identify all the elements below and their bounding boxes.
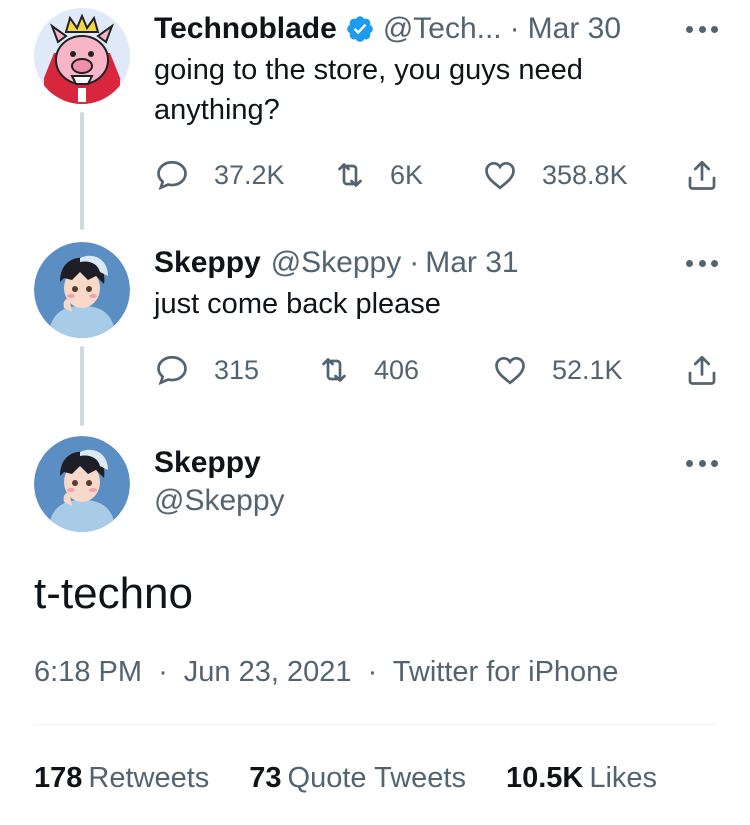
- like-button[interactable]: 358.8K: [482, 155, 628, 195]
- author-handle[interactable]: @Skeppy: [271, 244, 402, 282]
- tweet-metadata: 6:18 PM · Jun 23, 2021 · Twitter for iPh…: [34, 656, 619, 688]
- technoblade-avatar[interactable]: [34, 8, 130, 104]
- retweet-button[interactable]: 406: [316, 350, 419, 390]
- author-name[interactable]: Skeppy: [154, 444, 285, 482]
- tweet-text: just come back please: [154, 288, 441, 320]
- reply-button[interactable]: 315: [154, 350, 259, 390]
- tweet-source[interactable]: Twitter for iPhone: [393, 656, 619, 688]
- reply-icon: [157, 160, 187, 191]
- likes-stat[interactable]: 10.5K Likes: [506, 756, 657, 800]
- tweet-full-date[interactable]: Jun 23, 2021: [184, 656, 352, 688]
- tweet-text: going to the store, you guys need anythi…: [154, 54, 583, 126]
- skeppy-avatar[interactable]: [34, 436, 130, 532]
- more-options-icon[interactable]: [684, 14, 720, 44]
- retweet-button[interactable]: 6K: [332, 155, 423, 195]
- like-button[interactable]: 52.1K: [492, 350, 623, 390]
- reply-button[interactable]: 37.2K: [154, 155, 285, 195]
- tweet-technoblade[interactable]: Technoblade @Tech... · Mar 30 going to t…: [0, 0, 750, 230]
- heart-icon: [495, 356, 525, 385]
- divider: [34, 724, 716, 725]
- author-handle[interactable]: @Tech...: [383, 10, 502, 48]
- tweet-actions: 37.2K 6K 358.8K: [154, 155, 720, 195]
- heart-icon: [485, 161, 515, 190]
- author-name[interactable]: Skeppy: [154, 244, 261, 282]
- skeppy-avatar[interactable]: [34, 242, 130, 338]
- author-handle[interactable]: @Skeppy: [154, 482, 285, 520]
- quote-tweets-stat[interactable]: 73 Quote Tweets: [249, 756, 466, 800]
- author-name[interactable]: Technoblade: [154, 10, 337, 48]
- tweet-header: Technoblade @Tech... · Mar 30: [154, 10, 720, 48]
- more-options-icon[interactable]: [684, 248, 720, 278]
- share-icon: [688, 355, 716, 385]
- verified-badge-icon: [345, 14, 375, 44]
- tweet-skeppy-reply[interactable]: Skeppy @Skeppy · Mar 31 just come back p…: [0, 230, 750, 426]
- more-options-icon[interactable]: [684, 448, 720, 478]
- tweet-header: Skeppy @Skeppy · Mar 31: [154, 244, 720, 282]
- retweets-stat[interactable]: 178 Retweets: [34, 756, 209, 800]
- retweet-icon: [322, 358, 346, 382]
- tweet-actions: 315 406 52.1K: [154, 350, 720, 390]
- main-author: Skeppy @Skeppy: [154, 444, 285, 520]
- share-icon: [688, 160, 716, 190]
- share-button[interactable]: [684, 155, 720, 195]
- main-tweet-text: t-techno: [34, 569, 193, 618]
- engagement-stats: 178 Retweets 73 Quote Tweets 10.5K Likes: [34, 756, 657, 800]
- tweet-date[interactable]: Mar 31: [425, 244, 518, 282]
- reply-icon: [157, 355, 187, 386]
- tweet-time[interactable]: 6:18 PM: [34, 656, 142, 688]
- tweet-date[interactable]: Mar 30: [528, 10, 621, 48]
- share-button[interactable]: [684, 350, 720, 390]
- retweet-icon: [338, 163, 362, 187]
